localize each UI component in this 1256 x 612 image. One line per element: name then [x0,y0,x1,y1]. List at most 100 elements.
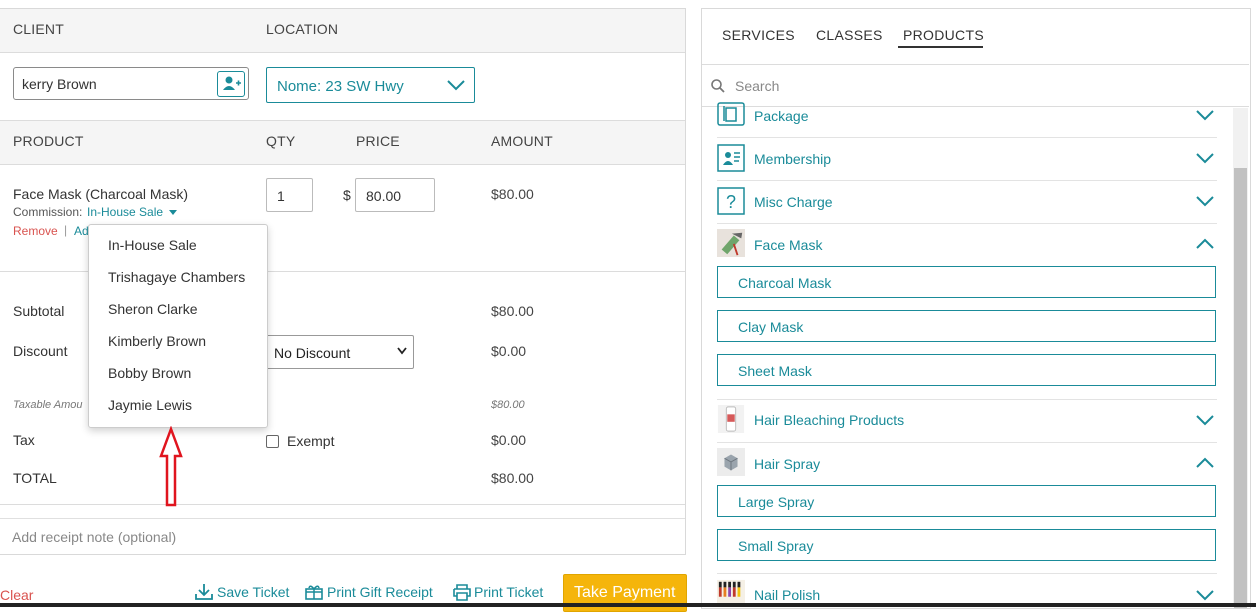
commission-option[interactable]: In-House Sale [108,237,197,253]
price-header: PRICE [356,133,400,149]
category-name: Face Mask [754,237,823,253]
category-package[interactable]: Package [717,96,1217,138]
commission-menu: In-House Sale Trishagaye Chambers Sheron… [88,224,268,428]
discount-value: $0.00 [491,343,527,359]
chevron-down-icon [1196,196,1214,207]
commission-dropdown[interactable]: In-House Sale [87,205,163,219]
taxable-label: Taxable Amou [13,399,83,411]
client-header: CLIENT [13,21,64,37]
subtotal-value: $80.00 [491,303,534,319]
product-header-band [0,120,685,165]
gift-icon[interactable] [304,583,324,601]
product-header: PRODUCT [13,133,84,149]
window-bottom-edge [0,603,1256,607]
chevron-down-icon [447,80,465,91]
location-header: LOCATION [266,21,339,37]
divider [0,504,685,505]
client-header-band [0,9,685,53]
product-clay-mask[interactable]: Clay Mask [717,310,1216,342]
chevron-down-icon [397,347,407,355]
qty-header: QTY [266,133,296,149]
category-hair-spray[interactable]: Hair Spray [717,443,1217,485]
product-label: Charcoal Mask [738,275,832,291]
catalog-scrollbar[interactable] [1233,108,1248,608]
tab-classes[interactable]: CLASSES [816,27,883,43]
taxable-value: $80.00 [491,399,525,411]
clear-link[interactable]: Clear [0,587,33,603]
commission-option[interactable]: Trishagaye Chambers [108,269,245,285]
tax-label: Tax [13,432,35,448]
category-name: Package [754,108,809,124]
printer-icon[interactable] [452,583,472,601]
total-label: TOTAL [13,470,57,486]
bleach-bottle-image-icon [717,405,745,433]
membership-icon [717,144,745,172]
discount-label: Discount [13,343,68,359]
scrollbar-thumb[interactable] [1234,168,1247,608]
face-mask-image-icon [717,229,745,257]
receipt-note-placeholder: Add receipt note (optional) [12,529,177,545]
client-input[interactable]: kerry Brown [13,67,249,100]
category-misc-charge[interactable]: ? Misc Charge [717,181,1217,224]
discount-select[interactable]: No Discount [266,335,414,369]
category-name: Hair Spray [754,456,821,472]
add-link[interactable]: Ad [74,224,89,238]
arrow-up-annotation-icon [159,426,183,507]
search-placeholder: Search [735,78,780,94]
commission-label: Commission: [13,205,83,219]
remove-link[interactable]: Remove [13,224,58,238]
item-amount: $80.00 [491,186,534,202]
qty-input[interactable]: 1 [266,178,313,212]
receipt-note-input[interactable]: Add receipt note (optional) [0,518,685,553]
caret-down-icon[interactable] [168,210,178,216]
add-user-icon [223,76,241,90]
tab-services[interactable]: SERVICES [722,27,795,43]
separator: | [64,223,68,237]
category-name: Nail Polish [754,587,821,603]
print-gift-receipt-button[interactable]: Print Gift Receipt [327,584,433,600]
subtotal-label: Subtotal [13,303,65,319]
client-name: kerry Brown [22,76,97,92]
commission-option[interactable]: Bobby Brown [108,365,191,381]
product-small-spray[interactable]: Small Spray [717,529,1216,561]
category-name: Hair Bleaching Products [754,412,905,428]
take-payment-label: Take Payment [574,584,676,601]
price-input[interactable]: 80.00 [355,178,435,212]
currency-symbol: $ [343,187,351,203]
exempt-label: Exempt [287,433,335,449]
commission-option[interactable]: Jaymie Lewis [108,397,192,413]
product-label: Sheet Mask [738,363,812,379]
product-sheet-mask[interactable]: Sheet Mask [717,354,1216,386]
category-name: Membership [754,151,832,167]
commission-option[interactable]: Kimberly Brown [108,333,206,349]
tab-products[interactable]: PRODUCTS [903,27,984,43]
category-name: Misc Charge [754,194,833,210]
chevron-up-icon [1196,238,1214,249]
price-value: 80.00 [366,188,402,204]
item-name: Face Mask (Charcoal Mask) [13,186,189,202]
chevron-down-icon [1196,153,1214,164]
svg-text:?: ? [726,192,736,212]
exempt-checkbox[interactable] [266,435,279,448]
product-label: Large Spray [738,494,815,510]
save-ticket-button[interactable]: Save Ticket [217,584,289,600]
qty-value: 1 [277,188,285,204]
commission-option[interactable]: Sheron Clarke [108,301,198,317]
product-label: Small Spray [738,538,814,554]
location-select[interactable]: Nome: 23 SW Hwy [266,67,475,103]
category-hair-bleaching[interactable]: Hair Bleaching Products [717,399,1217,443]
product-large-spray[interactable]: Large Spray [717,485,1216,517]
add-client-button[interactable] [217,71,245,97]
product-charcoal-mask[interactable]: Charcoal Mask [717,266,1216,298]
category-membership[interactable]: Membership [717,138,1217,181]
tax-value: $0.00 [491,432,527,448]
category-nail-polish[interactable]: Nail Polish [717,573,1217,607]
category-face-mask[interactable]: Face Mask [717,224,1217,266]
chevron-down-icon [1196,110,1214,121]
chevron-down-icon [1196,590,1214,601]
download-icon[interactable] [194,583,214,601]
product-label: Clay Mask [738,319,804,335]
total-value: $80.00 [491,470,534,486]
amount-header: AMOUNT [491,133,553,149]
print-ticket-button[interactable]: Print Ticket [474,584,543,600]
